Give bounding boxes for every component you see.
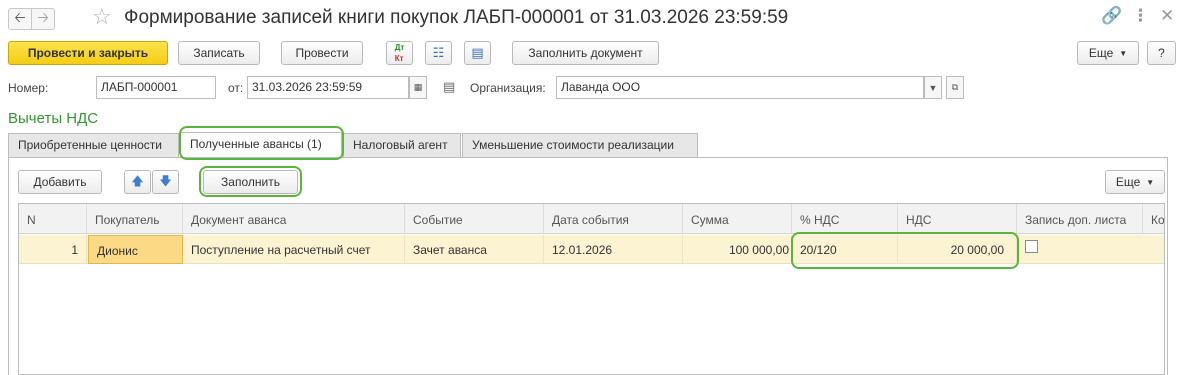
date-label: от: [228, 81, 244, 95]
cell-event[interactable]: Зачет аванса [405, 235, 544, 264]
report-button[interactable]: ▤ [464, 41, 491, 65]
advances-table: N Покупатель Документ аванса Событие Дат… [18, 203, 1165, 375]
move-up-button[interactable]: 🡅 [124, 170, 151, 194]
organization-label: Организация: [470, 81, 546, 95]
extra-sheet-checkbox[interactable] [1025, 240, 1038, 253]
cell-event-date[interactable]: 12.01.2026 [544, 235, 683, 264]
organization-field[interactable]: Лаванда ООО [556, 76, 924, 99]
table-more-label: Еще [1115, 175, 1141, 189]
tab-tax-agent[interactable]: Налоговый агент [343, 133, 461, 157]
tab-received-advances[interactable]: Полученные авансы (1) [180, 132, 342, 158]
column-header-event-date[interactable]: Дата события [544, 204, 683, 234]
link-icon[interactable]: 🔗 [1101, 6, 1122, 26]
column-header-advance-doc[interactable]: Документ аванса [183, 204, 405, 234]
cell-vat[interactable]: 20 000,00 [898, 235, 1017, 264]
column-header-buyer[interactable]: Покупатель [87, 204, 183, 234]
post-button[interactable]: Провести [281, 41, 363, 65]
arrow-right-icon: 🡢 [37, 9, 49, 25]
fill-document-button[interactable]: Заполнить документ [512, 41, 659, 65]
cell-vat-rate[interactable]: 20/120 [792, 235, 898, 264]
dt-kt-button[interactable]: Дт Кт [386, 41, 413, 65]
open-icon: ⧉ [951, 82, 959, 92]
back-button[interactable]: 🡠 [8, 8, 32, 30]
hierarchy-icon: ☷ [432, 45, 445, 60]
organization-open-button[interactable]: ⧉ [946, 76, 964, 99]
section-title: Вычеты НДС [8, 110, 99, 127]
cell-n[interactable]: 1 [19, 235, 87, 264]
dropdown-arrow-icon: ▼ [1146, 177, 1155, 187]
post-and-close-button[interactable]: Провести и закрыть [8, 41, 168, 65]
tab-acquired-values[interactable]: Приобретенные ценности [8, 133, 179, 157]
more-button[interactable]: Еще ▼ [1077, 41, 1139, 65]
column-header-sum[interactable]: Сумма [683, 204, 792, 234]
number-field[interactable]: ЛАБП-000001 [96, 76, 216, 99]
column-header-n[interactable]: N [19, 204, 87, 234]
column-header-vat-rate[interactable]: % НДС [792, 204, 898, 234]
star-icon[interactable]: ☆ [92, 4, 112, 30]
window-title: Формирование записей книги покупок ЛАБП-… [124, 7, 789, 28]
arrow-left-icon: 🡠 [14, 9, 26, 25]
chevron-down-icon: ▼ [928, 82, 938, 93]
more-vertical-icon[interactable]: ⋮ [1132, 6, 1149, 26]
dt-kt-icon: Дт Кт [394, 43, 405, 63]
calendar-button[interactable]: ▦ [409, 76, 427, 99]
column-header-event[interactable]: Событие [405, 204, 544, 234]
list-document-icon: ▤ [471, 45, 484, 60]
arrow-down-icon: 🡇 [159, 173, 172, 188]
move-down-button[interactable]: 🡇 [152, 170, 179, 194]
tab-sales-cost-reduction[interactable]: Уменьшение стоимости реализации [462, 133, 698, 157]
save-button[interactable]: Записать [178, 41, 260, 65]
more-label: Еще [1088, 46, 1114, 60]
cell-sum[interactable]: 100 000,00 [683, 235, 792, 264]
organization-icon: ▤ [443, 79, 456, 94]
column-header-extra-sheet[interactable]: Запись доп. листа [1017, 204, 1143, 234]
forward-button[interactable]: 🡢 [31, 8, 55, 30]
date-field[interactable]: 31.03.2026 23:59:59 [247, 76, 409, 99]
help-button[interactable]: ? [1147, 41, 1176, 65]
fill-button[interactable]: Заполнить [203, 170, 298, 194]
arrow-up-icon: 🡅 [131, 173, 144, 188]
cell-advance-doc[interactable]: Поступление на расчетный счет [183, 235, 405, 264]
dropdown-arrow-icon: ▼ [1119, 48, 1128, 58]
number-label: Номер: [8, 81, 49, 95]
organization-dropdown-button[interactable]: ▼ [924, 76, 942, 99]
calendar-icon: ▦ [413, 82, 423, 92]
structure-button[interactable]: ☷ [425, 41, 452, 65]
close-icon[interactable]: ✕ [1160, 6, 1174, 26]
table-more-button[interactable]: Еще ▼ [1105, 170, 1165, 194]
cell-buyer[interactable]: Дионис [88, 235, 183, 264]
add-button[interactable]: Добавить [18, 170, 102, 194]
column-header-vat[interactable]: НДС [898, 204, 1017, 234]
column-header-more[interactable]: Ко [1143, 204, 1164, 234]
